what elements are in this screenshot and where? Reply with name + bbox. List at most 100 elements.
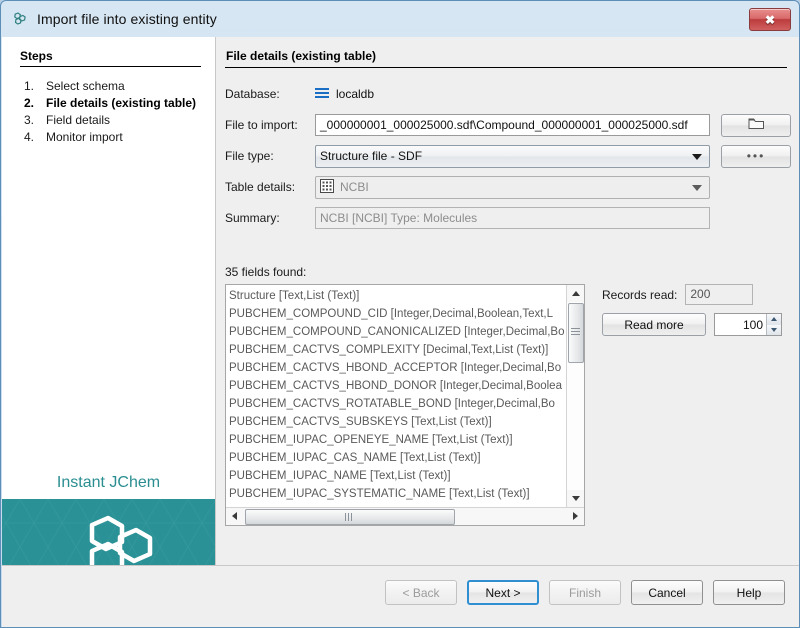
finish-button-label: Finish bbox=[569, 586, 601, 600]
database-name: localdb bbox=[336, 87, 374, 101]
stepper-decrement-button[interactable] bbox=[766, 325, 781, 336]
list-item[interactable]: PUBCHEM_IUPAC_NAME [Text,List (Text)] bbox=[229, 467, 566, 485]
folder-icon bbox=[748, 117, 765, 133]
field-list-items[interactable]: Structure [Text,List (Text)] PUBCHEM_COM… bbox=[226, 285, 566, 507]
button-bar: < Back Next > Finish Cancel Help bbox=[385, 580, 785, 605]
list-item[interactable]: PUBCHEM_CACTVS_HBOND_ACCEPTOR [Integer,D… bbox=[229, 359, 566, 377]
scroll-grip-icon bbox=[571, 328, 580, 337]
file-type-options-button[interactable]: ••• bbox=[721, 145, 791, 168]
browse-file-button[interactable] bbox=[721, 114, 791, 137]
scroll-left-button[interactable] bbox=[226, 508, 243, 524]
list-item[interactable]: PUBCHEM_IUPAC_SYSTEMATIC_NAME [Text,List… bbox=[229, 485, 566, 503]
finish-button: Finish bbox=[549, 580, 621, 605]
help-button-label: Help bbox=[737, 586, 762, 600]
records-area: Records read: 200 Read more 100 bbox=[602, 284, 790, 344]
records-read-row: Records read: 200 bbox=[602, 284, 790, 305]
records-read-label: Records read: bbox=[602, 288, 677, 302]
triangle-right-icon bbox=[573, 512, 578, 520]
steps-list: 1. Select schema 2. File details (existi… bbox=[2, 78, 215, 146]
table-details-value: NCBI bbox=[340, 180, 369, 194]
vertical-scroll-thumb[interactable] bbox=[568, 303, 584, 363]
file-details-form: Database: localdb Fil bbox=[225, 83, 797, 238]
horizontal-scroll-thumb[interactable] bbox=[245, 509, 455, 525]
summary-label: Summary: bbox=[225, 211, 315, 225]
stepper-buttons bbox=[766, 314, 781, 335]
field-list-box: Structure [Text,List (Text)] PUBCHEM_COM… bbox=[225, 284, 585, 526]
step-number: 1. bbox=[24, 78, 46, 95]
sidebar-item-monitor-import[interactable]: 4. Monitor import bbox=[2, 129, 215, 146]
steps-heading: Steps bbox=[20, 49, 215, 63]
scroll-up-button[interactable] bbox=[567, 285, 584, 302]
table-details-label: Table details: bbox=[225, 180, 315, 194]
table-details-select[interactable]: NCBI bbox=[315, 176, 710, 199]
list-item[interactable]: PUBCHEM_COMPOUND_CANONICALIZED [Integer,… bbox=[229, 323, 566, 341]
dialog-footer: < Back Next > Finish Cancel Help bbox=[2, 565, 799, 628]
stepper-increment-button[interactable] bbox=[766, 314, 781, 325]
read-more-button[interactable]: Read more bbox=[602, 313, 706, 336]
step-label: File details (existing table) bbox=[46, 95, 196, 112]
step-label: Select schema bbox=[46, 78, 125, 95]
file-type-select[interactable]: Structure file - SDF bbox=[315, 145, 710, 168]
list-item[interactable]: PUBCHEM_CACTVS_HBOND_DONOR [Integer,Deci… bbox=[229, 377, 566, 395]
close-button[interactable]: ✖ bbox=[749, 8, 791, 31]
close-icon: ✖ bbox=[765, 14, 775, 26]
list-item[interactable]: PUBCHEM_CACTVS_ROTATABLE_BOND [Integer,D… bbox=[229, 395, 566, 413]
cancel-button[interactable]: Cancel bbox=[631, 580, 703, 605]
list-item[interactable]: PUBCHEM_IUPAC_OPENEYE_NAME [Text,List (T… bbox=[229, 431, 566, 449]
steps-sidebar: Steps 1. Select schema 2. File details (… bbox=[2, 37, 216, 565]
ellipsis-icon: ••• bbox=[747, 152, 766, 160]
records-amount-stepper[interactable]: 100 bbox=[714, 313, 782, 336]
file-type-value: Structure file - SDF bbox=[320, 149, 422, 163]
window-title: Import file into existing entity bbox=[37, 11, 217, 27]
field-list-inner: Structure [Text,List (Text)] PUBCHEM_COM… bbox=[226, 285, 584, 507]
triangle-up-icon bbox=[572, 291, 580, 296]
sidebar-item-field-details[interactable]: 3. Field details bbox=[2, 112, 215, 129]
list-item[interactable]: PUBCHEM_CACTVS_SUBSKEYS [Text,List (Text… bbox=[229, 413, 566, 431]
scroll-right-button[interactable] bbox=[567, 508, 584, 524]
file-type-label: File type: bbox=[225, 149, 315, 163]
step-label: Field details bbox=[46, 112, 110, 129]
help-button[interactable]: Help bbox=[713, 580, 785, 605]
back-button-label: < Back bbox=[402, 586, 439, 600]
list-item[interactable]: Structure [Text,List (Text)] bbox=[229, 287, 566, 305]
step-label: Monitor import bbox=[46, 129, 123, 146]
scroll-down-button[interactable] bbox=[567, 490, 584, 507]
chevron-down-icon bbox=[692, 185, 702, 191]
molecule-icon bbox=[11, 10, 29, 28]
summary-row: Summary: NCBI [NCBI] Type: Molecules bbox=[225, 207, 797, 229]
scroll-grip-icon bbox=[345, 513, 355, 521]
dialog-window: Import file into existing entity ✖ Steps… bbox=[0, 0, 800, 628]
read-more-row: Read more 100 bbox=[602, 313, 790, 336]
file-to-import-label: File to import: bbox=[225, 118, 315, 132]
fields-found-label: 35 fields found: bbox=[225, 265, 306, 279]
triangle-left-icon bbox=[232, 512, 237, 520]
field-list-horizontal-scrollbar[interactable] bbox=[226, 507, 584, 525]
dialog-content: Steps 1. Select schema 2. File details (… bbox=[2, 37, 799, 565]
database-label: Database: bbox=[225, 87, 315, 101]
list-item[interactable]: PUBCHEM_CACTVS_COMPLEXITY [Decimal,Text,… bbox=[229, 341, 566, 359]
database-value: localdb bbox=[315, 87, 374, 102]
triangle-down-icon bbox=[572, 496, 580, 501]
grid-table-icon bbox=[320, 179, 334, 196]
list-item[interactable]: PUBCHEM_COMPOUND_CID [Integer,Decimal,Bo… bbox=[229, 305, 566, 323]
file-type-row: File type: Structure file - SDF ••• bbox=[225, 145, 797, 167]
chevron-down-icon bbox=[692, 154, 702, 160]
sidebar-item-select-schema[interactable]: 1. Select schema bbox=[2, 78, 215, 95]
main-pane: File details (existing table) Database: bbox=[216, 37, 799, 565]
brand-name: Instant JChem bbox=[2, 474, 215, 492]
sidebar-item-file-details[interactable]: 2. File details (existing table) bbox=[2, 95, 215, 112]
field-list-vertical-scrollbar[interactable] bbox=[566, 285, 584, 507]
step-number: 3. bbox=[24, 112, 46, 129]
list-item[interactable]: PUBCHEM_IUPAC_CAS_NAME [Text,List (Text)… bbox=[229, 449, 566, 467]
file-to-import-input[interactable]: _000000001_000025000.sdf\Compound_000000… bbox=[315, 114, 710, 136]
records-amount-value[interactable]: 100 bbox=[715, 318, 766, 332]
back-button: < Back bbox=[385, 580, 457, 605]
next-button[interactable]: Next > bbox=[467, 580, 539, 605]
next-button-label: Next > bbox=[485, 586, 520, 600]
file-to-import-row: File to import: _000000001_000025000.sdf… bbox=[225, 114, 797, 136]
step-number: 4. bbox=[24, 129, 46, 146]
page-title-divider bbox=[225, 67, 787, 68]
records-read-value: 200 bbox=[685, 284, 753, 305]
triangle-up-icon bbox=[771, 317, 777, 321]
table-details-row: Table details: bbox=[225, 176, 797, 198]
